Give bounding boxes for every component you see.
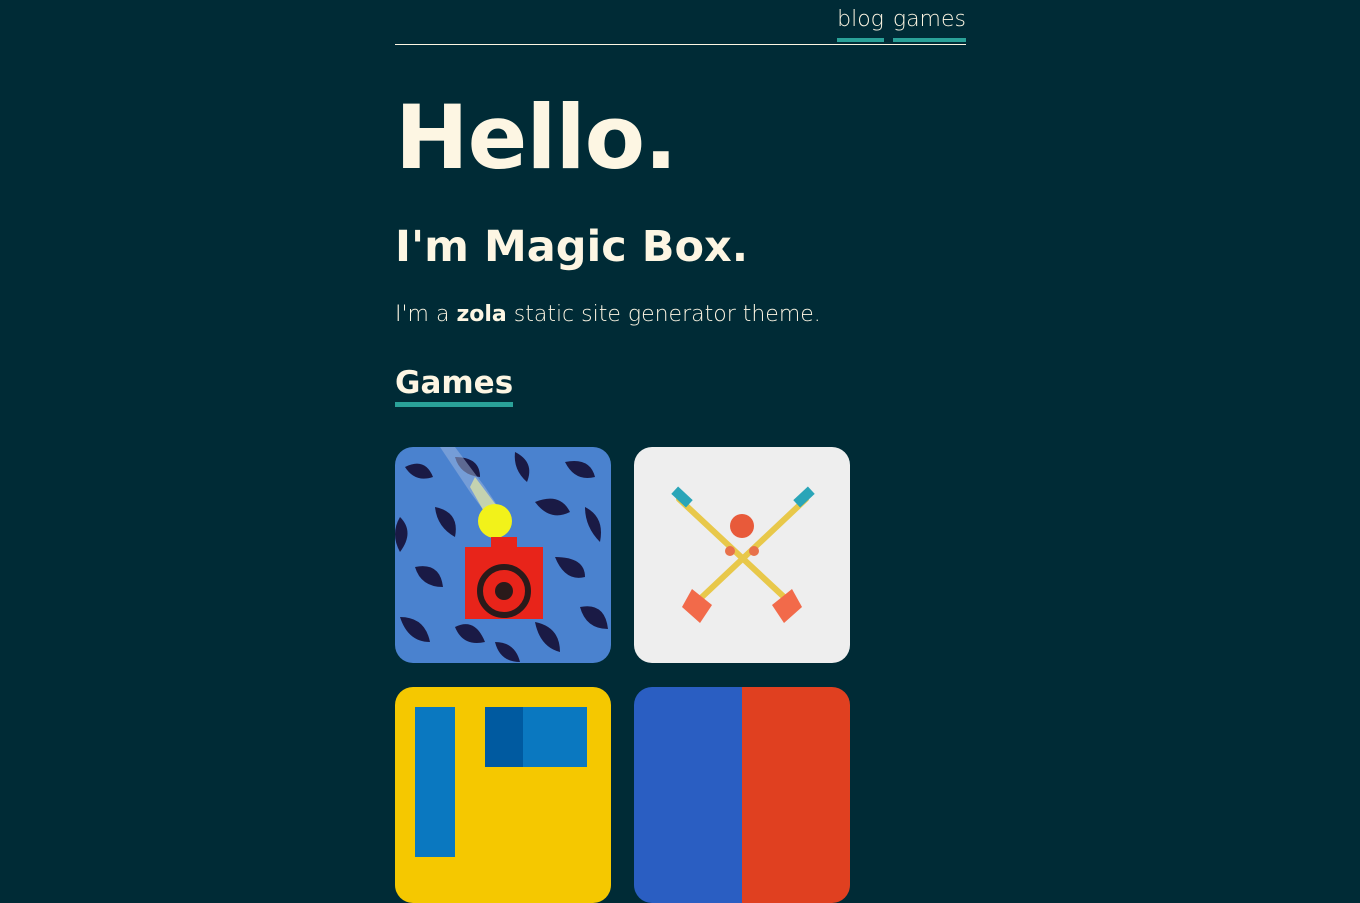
game-tile-3[interactable]: [395, 687, 611, 903]
game-tile-2[interactable]: [634, 447, 850, 663]
nav-link-games[interactable]: games: [892, 6, 966, 42]
games-section-heading[interactable]: Games: [395, 364, 514, 407]
header-divider: [395, 44, 966, 45]
crossed-brooms-icon: [634, 447, 850, 663]
top-nav: blog games: [837, 6, 966, 42]
intro-bold: zola: [456, 302, 507, 327]
nav-link-blog[interactable]: blog: [837, 6, 884, 42]
intro-text: I'm a zola static site generator theme.: [395, 300, 821, 330]
page-subtitle: I'm Magic Box.: [395, 222, 749, 272]
page-container: blog games Hello. I'm Magic Box. I'm a z…: [395, 0, 966, 903]
intro-prefix: I'm a: [395, 302, 457, 327]
intro-suffix: static site generator theme.: [506, 302, 821, 327]
game-tile-4[interactable]: [634, 687, 850, 903]
game-tile-1[interactable]: [395, 447, 611, 663]
games-heading-link[interactable]: Games: [395, 365, 513, 401]
maze-blocks-icon: [395, 687, 611, 903]
split-color-icon: [634, 687, 850, 903]
page-title: Hello.: [395, 86, 678, 189]
ball-cannon-icon: [395, 447, 611, 663]
